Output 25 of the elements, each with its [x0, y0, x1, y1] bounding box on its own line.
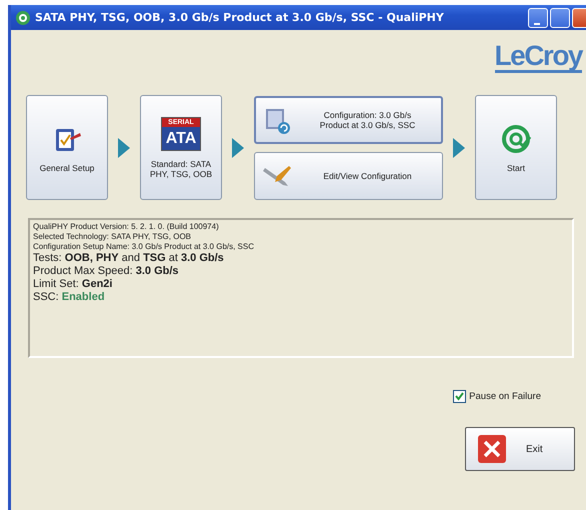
start-button[interactable]: Start: [475, 95, 557, 200]
app-icon: [15, 10, 31, 26]
close-button[interactable]: [572, 8, 586, 28]
step-arrow-icon: [453, 138, 465, 158]
exit-button[interactable]: Exit: [465, 427, 575, 471]
window-title: SATA PHY, TSG, OOB, 3.0 Gb/s Product at 3.0 Gb/s, SSC - QualiPHY: [35, 11, 445, 24]
logo: LeCroy: [494, 42, 582, 73]
close-icon: [478, 435, 506, 463]
edit-configuration-button[interactable]: Edit/View Configuration: [254, 152, 443, 200]
pause-on-failure-checkbox[interactable]: Pause on Failure: [453, 390, 541, 403]
info-line: Configuration Setup Name: 3.0 Gb/s Product at 3.0 Gb/s, SSC: [33, 242, 256, 252]
info-line: QualiPHY Product Version: 5. 2. 1. 0. (Build 100974): [33, 222, 220, 232]
info-line: Limit Set: Gen2i: [33, 278, 114, 291]
minimize-button[interactable]: [528, 8, 548, 28]
general-button[interactable]: General Setup: [26, 95, 108, 200]
step-arrow-icon: [118, 138, 130, 158]
start-icon: [500, 122, 532, 154]
step-arrow-icon: [232, 138, 244, 158]
info-line: Product Max Speed: 3.0 Gb/s: [33, 265, 180, 278]
info-line: SSC: Enabled: [33, 291, 106, 304]
configuration-button[interactable]: Configuration: 3.0 Gb/s Product at 3.0 Gb/s, SSC: [254, 96, 443, 144]
info-line: Selected Technology: SATA PHY, TSG, OOB: [33, 232, 192, 242]
info-line: Tests: OOB, PHY and TSG at 3.0 Gb/s: [33, 252, 225, 265]
checkbox-icon[interactable]: [453, 390, 466, 403]
maximize-button[interactable]: [550, 8, 570, 28]
